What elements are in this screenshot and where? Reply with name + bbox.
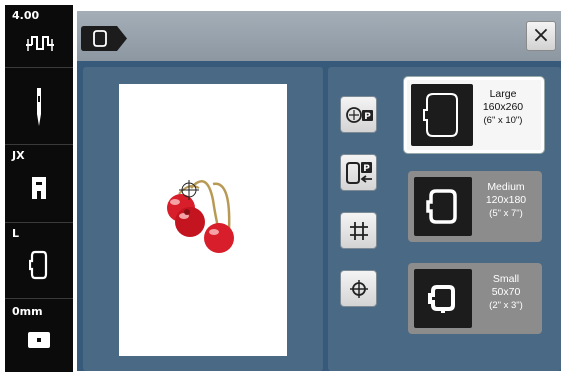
hoop-section[interactable]: L bbox=[5, 223, 73, 299]
hoop-icon bbox=[29, 250, 48, 280]
feed-dog-icon bbox=[28, 332, 50, 348]
hoop-size-label: L bbox=[12, 227, 20, 240]
stitch-width-value: 4.00 bbox=[12, 9, 40, 22]
center-mark-button[interactable] bbox=[340, 270, 377, 307]
hoop-option-medium[interactable]: Medium 120x180 (5" x 7") bbox=[408, 171, 542, 242]
hoop-park-icon: P bbox=[345, 161, 372, 184]
large-hoop-inches: (6" x 10") bbox=[483, 115, 523, 126]
feed-value: 0mm bbox=[12, 305, 43, 318]
cherries-design bbox=[167, 180, 234, 253]
medium-hoop-name: Medium bbox=[487, 181, 525, 193]
large-hoop-image bbox=[411, 84, 473, 146]
small-hoop-inches: (2" x 3") bbox=[489, 300, 523, 311]
medium-hoop-icon bbox=[426, 189, 457, 224]
hoop-tab[interactable] bbox=[81, 26, 127, 51]
medium-hoop-image bbox=[414, 177, 472, 236]
small-hoop-image bbox=[414, 269, 472, 328]
large-hoop-icon bbox=[423, 93, 458, 137]
preview-panel bbox=[83, 67, 323, 371]
hoop-center-p-icon: P bbox=[345, 106, 373, 123]
hoop-option-small[interactable]: Small 50x70 (2" x 3") bbox=[408, 263, 542, 334]
large-hoop-text: Large 160x260 (6" x 10") bbox=[471, 88, 535, 127]
close-button[interactable]: × bbox=[526, 21, 556, 51]
large-hoop-size: 160x260 bbox=[482, 101, 524, 113]
check-position-button[interactable]: P bbox=[340, 96, 377, 133]
hoop-options-panel: P P Large 160x260 (6" x 10") Medium 120x… bbox=[328, 67, 561, 371]
large-hoop-name: Large bbox=[489, 88, 517, 100]
small-hoop-text: Small 50x70 (2" x 3") bbox=[474, 273, 538, 312]
svg-text:P: P bbox=[363, 164, 370, 174]
needle-icon bbox=[37, 88, 41, 126]
window-header: × bbox=[77, 11, 561, 61]
embroidery-canvas bbox=[119, 84, 287, 356]
presser-foot-icon bbox=[32, 177, 46, 199]
medium-hoop-inches: (5" x 7") bbox=[489, 208, 523, 219]
app-root: 4.00 JX L 0mm × P P Large 160x260 (6" x … bbox=[0, 0, 563, 373]
crosshair-icon bbox=[349, 279, 368, 298]
svg-text:P: P bbox=[364, 112, 371, 122]
small-hoop-name: Small bbox=[492, 273, 520, 285]
small-hoop-icon bbox=[428, 285, 455, 313]
grid-button[interactable] bbox=[340, 212, 377, 249]
needle-section[interactable] bbox=[5, 68, 73, 145]
hoop-option-large[interactable]: Large 160x260 (6" x 10") bbox=[404, 77, 544, 153]
hoop-selection-window: × P P Large 160x260 (6" x 10") Medium 12… bbox=[77, 11, 561, 371]
status-sidebar: 4.00 JX L 0mm bbox=[5, 5, 73, 372]
grid-icon bbox=[349, 221, 368, 240]
small-hoop-size: 50x70 bbox=[491, 286, 521, 298]
park-position-button[interactable]: P bbox=[340, 154, 377, 191]
feed-section[interactable]: 0mm bbox=[5, 299, 73, 372]
presser-foot-section[interactable]: JX bbox=[5, 145, 73, 223]
stitch-width-icon bbox=[26, 36, 54, 51]
medium-hoop-text: Medium 120x180 (5" x 7") bbox=[474, 181, 538, 220]
stitch-width-section[interactable]: 4.00 bbox=[5, 5, 73, 68]
medium-hoop-size: 120x180 bbox=[485, 194, 527, 206]
presser-foot-label: JX bbox=[12, 149, 25, 162]
